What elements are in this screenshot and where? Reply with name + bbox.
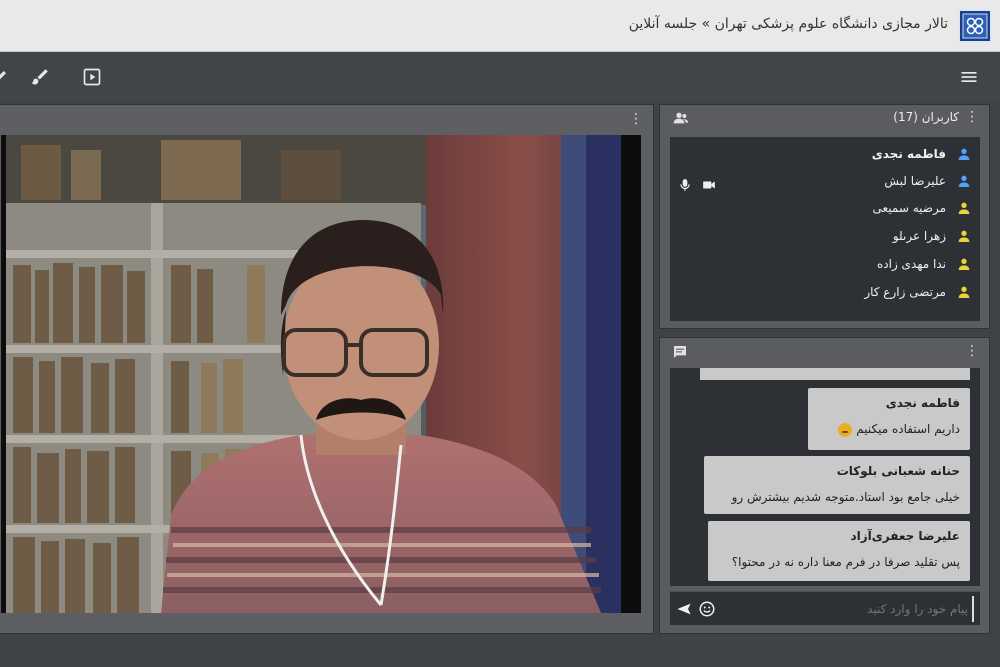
more-vert-icon[interactable]: ⋮ <box>965 343 979 359</box>
user-media-status <box>678 177 718 193</box>
microphone-icon[interactable] <box>678 177 692 193</box>
video-camera-icon[interactable] <box>700 178 718 192</box>
smile-emoji-icon <box>838 422 853 437</box>
video-panel: ⋮ <box>0 104 654 634</box>
users-panel-title: کاربران (17) <box>893 110 959 124</box>
chat-message-input[interactable] <box>722 596 974 622</box>
users-group-icon <box>672 110 690 130</box>
message-author: فاطمه نجدی <box>885 396 960 410</box>
message-text: پس تقلید صرفا در فرم معنا داره نه در محت… <box>731 555 960 569</box>
university-seal-icon <box>958 9 992 43</box>
play-box-icon[interactable] <box>80 65 104 89</box>
chat-panel-header: ⋮ <box>660 338 989 366</box>
pen-icon[interactable] <box>0 65 12 89</box>
person-icon <box>958 258 970 270</box>
message-text: خیلی جامع بود استاد.متوجه شدیم بیشترش رو <box>731 490 960 504</box>
users-list: فاطمه نجدی علیرضا لبش مرضیه سمیعی زهرا ع… <box>670 137 980 321</box>
users-panel: کاربران (17) ⋮ فاطمه نجدی علیرضا لبش مرض… <box>659 104 990 329</box>
user-name: زهرا عرىلو <box>892 229 946 243</box>
page-title: تالار مجازی دانشگاه علوم پزشکی تهران » ج… <box>628 16 948 32</box>
chat-message: حنانه شعبانی بلوکات خیلی جامع بود استاد.… <box>704 456 970 514</box>
chat-panel: ⋮ فاطمه نجدی داریم استفاده میکنیم حنانه … <box>659 337 990 634</box>
message-author: حنانه شعبانی بلوکات <box>836 464 960 478</box>
user-row[interactable]: علیرضا لبش <box>884 168 972 194</box>
person-icon <box>958 286 970 298</box>
person-icon <box>958 175 970 187</box>
more-vert-icon[interactable]: ⋮ <box>629 111 643 127</box>
title-bar: تالار مجازی دانشگاه علوم پزشکی تهران » ج… <box>0 0 1000 52</box>
person-icon <box>958 202 970 214</box>
message-text: داریم استفاده میکنیم <box>808 410 970 445</box>
chat-bubble-icon <box>672 344 688 364</box>
person-icon <box>958 148 970 160</box>
user-name: فاطمه نجدی <box>871 147 946 161</box>
user-name: مرضیه سمیعی <box>872 201 946 215</box>
user-row[interactable]: ندا مهدی زاده <box>877 251 972 277</box>
chat-message: فاطمه نجدی داریم استفاده میکنیم <box>808 388 970 450</box>
user-row[interactable]: مرضیه سمیعی <box>872 195 972 221</box>
emoji-picker-icon[interactable] <box>698 600 716 622</box>
user-name: علیرضا لبش <box>884 174 946 188</box>
chat-composer <box>670 591 980 625</box>
user-row[interactable]: زهرا عرىلو <box>893 223 972 249</box>
webcam-video <box>1 135 641 613</box>
users-panel-header: کاربران (17) ⋮ <box>660 105 989 131</box>
user-name: ندا مهدی زاده <box>876 257 946 271</box>
more-vert-icon[interactable]: ⋮ <box>965 109 979 125</box>
chat-messages: فاطمه نجدی داریم استفاده میکنیم حنانه شع… <box>670 368 980 586</box>
hamburger-menu-icon[interactable] <box>957 65 981 89</box>
user-row[interactable]: مرتضی زارع کار <box>864 279 972 305</box>
toolbar <box>0 53 1000 101</box>
chat-message-partial <box>700 368 970 380</box>
send-icon[interactable] <box>676 601 692 621</box>
message-author: علیرضا جعفری‌آزاد <box>850 529 960 543</box>
user-row[interactable]: فاطمه نجدی <box>872 141 972 167</box>
person-icon <box>958 230 970 242</box>
user-name: مرتضی زارع کار <box>864 285 946 299</box>
chat-message: علیرضا جعفری‌آزاد پس تقلید صرفا در فرم م… <box>708 521 970 581</box>
brush-icon[interactable] <box>28 65 52 89</box>
